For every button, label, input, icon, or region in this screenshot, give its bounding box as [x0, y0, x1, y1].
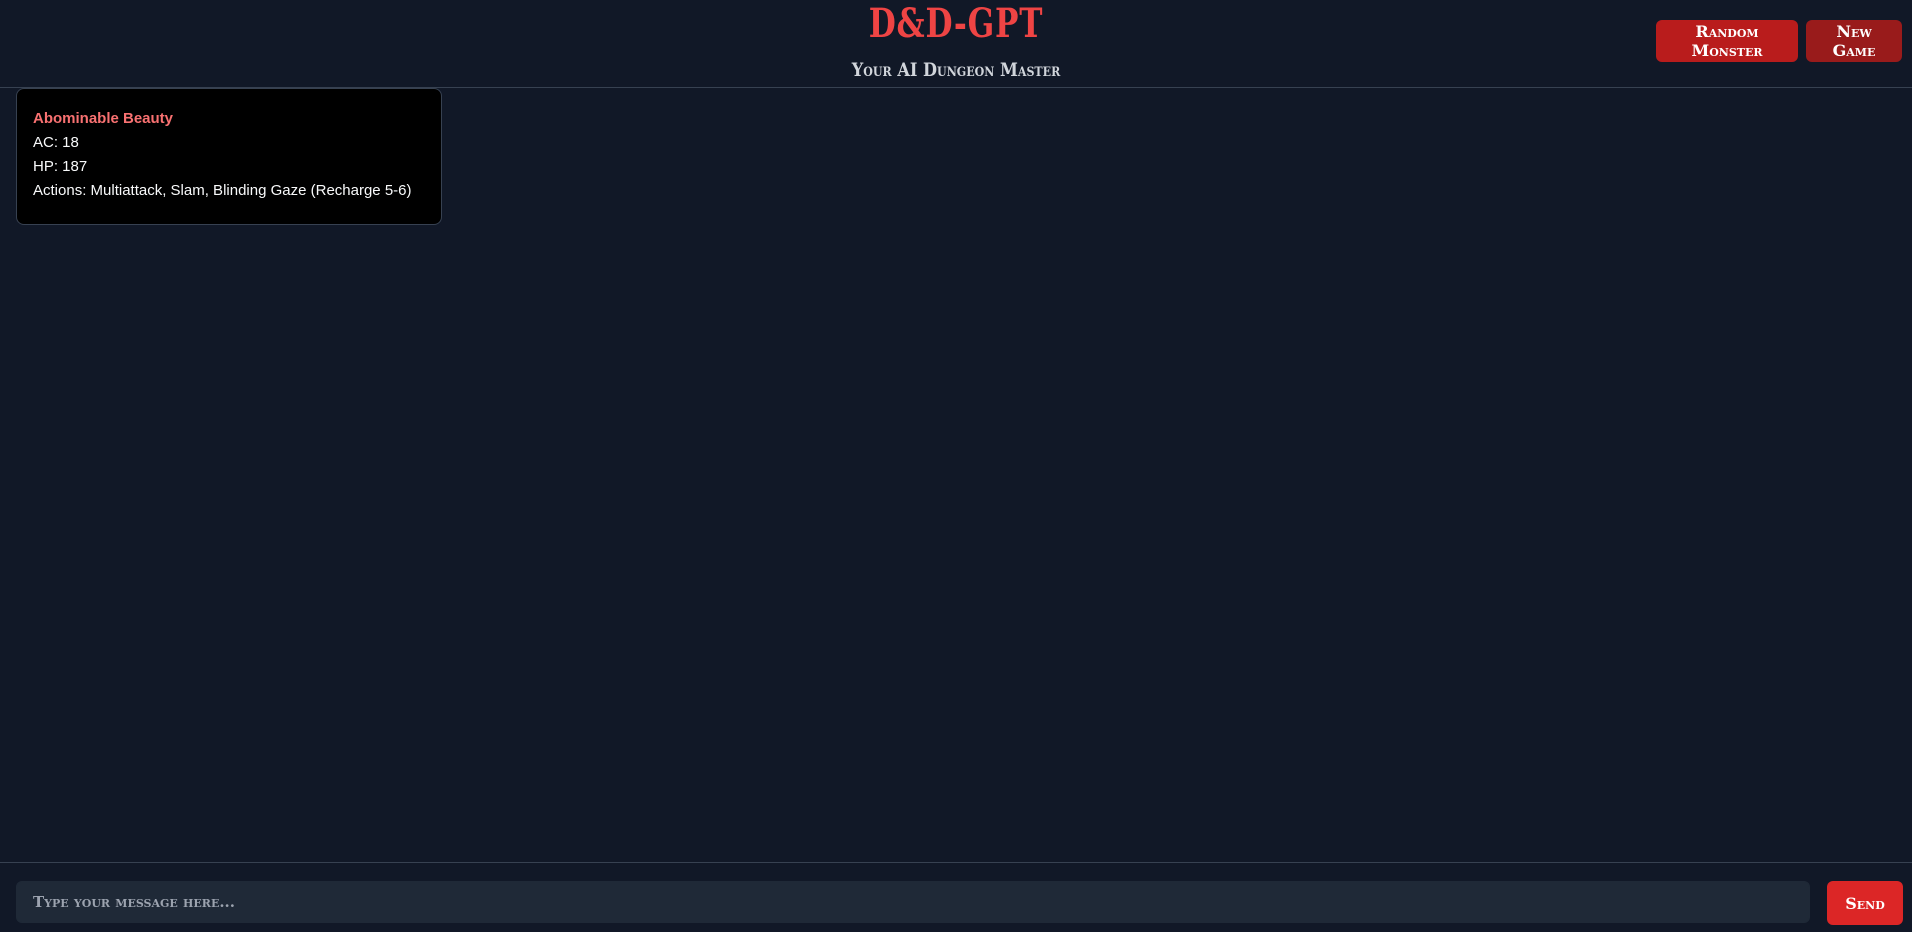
message-input[interactable] — [16, 881, 1810, 923]
monster-card: Abominable Beauty AC: 18 HP: 187 Actions… — [16, 88, 442, 225]
new-game-button[interactable]: New Game — [1806, 20, 1902, 62]
send-button[interactable]: Send — [1827, 881, 1903, 925]
app-subtitle: Your AI Dungeon Master — [851, 59, 1061, 81]
random-monster-button[interactable]: Random Monster — [1656, 20, 1798, 62]
app-root: D&D-GPT Your AI Dungeon Master Random Mo… — [0, 0, 1912, 932]
header: D&D-GPT Your AI Dungeon Master Random Mo… — [0, 0, 1912, 88]
monster-actions: Actions: Multiattack, Slam, Blinding Gaz… — [33, 182, 412, 199]
monster-hp: HP: 187 — [33, 158, 88, 175]
app-title: D&D-GPT — [868, 0, 1044, 47]
monster-ac: AC: 18 — [33, 134, 79, 151]
message-composer: Send — [0, 862, 1912, 932]
monster-name: Abominable Beauty — [33, 110, 174, 127]
